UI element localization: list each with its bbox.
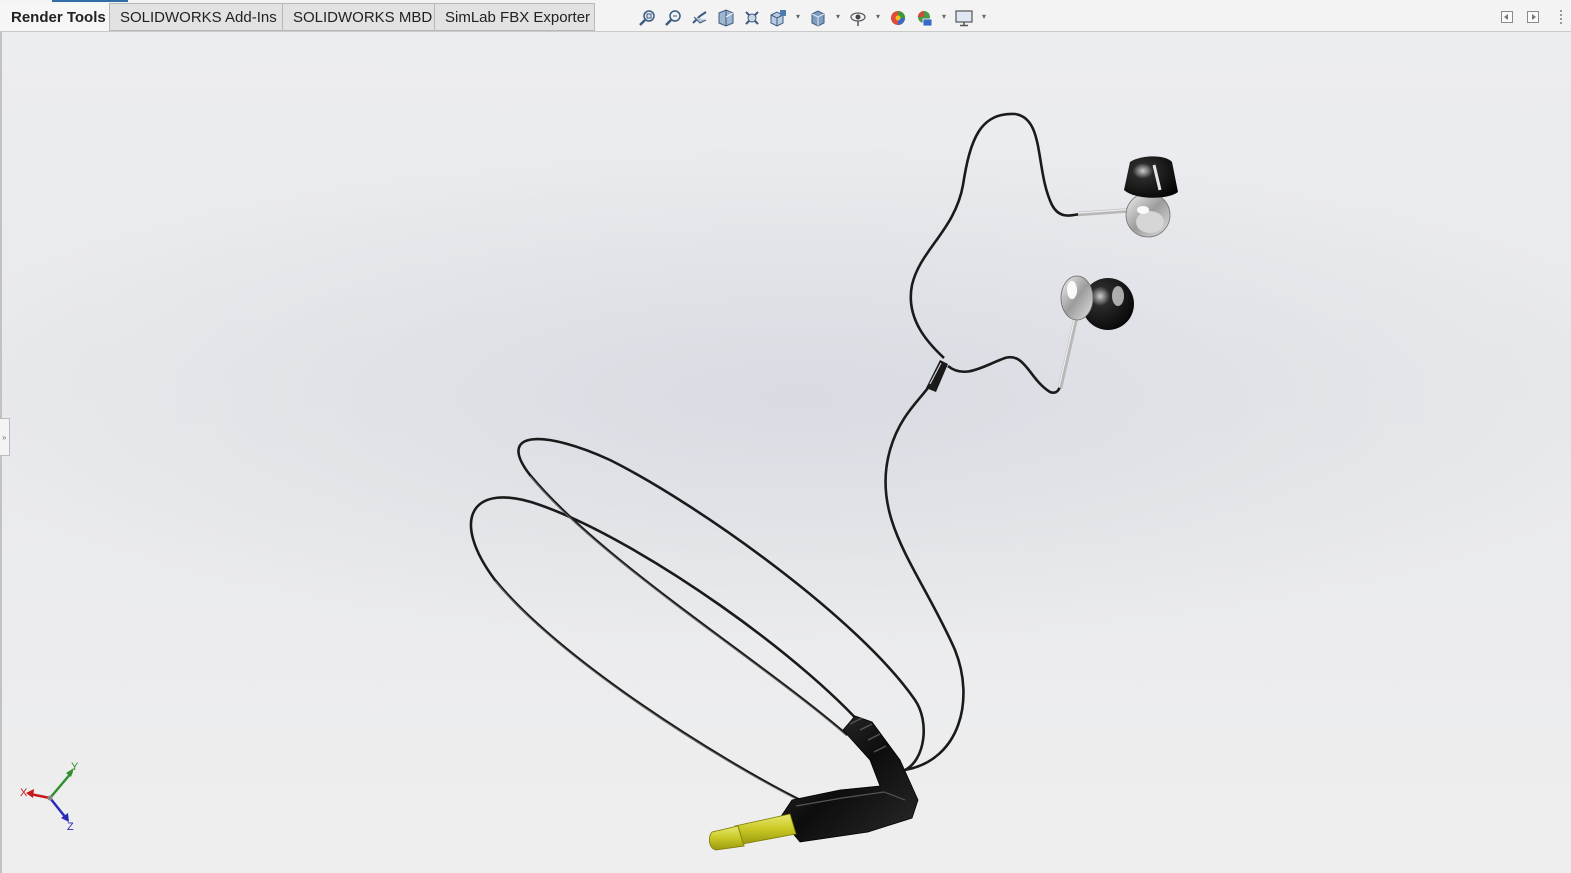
main-cable	[884, 384, 965, 772]
collapse-right-panel-icon[interactable]	[1527, 11, 1539, 23]
tab-solidworks-add-ins[interactable]: SOLIDWORKS Add-Ins	[109, 3, 283, 31]
view-orientation-dropdown-icon[interactable]: ▾	[794, 12, 802, 22]
triad-x-label: X	[20, 787, 28, 799]
earbud-upper	[1077, 156, 1178, 238]
apply-scene-icon[interactable]	[914, 8, 934, 28]
cable-branch-lower	[947, 355, 1064, 394]
cable-splitter	[926, 360, 948, 392]
toolbar-grip[interactable]	[1560, 10, 1562, 26]
view-settings-dropdown-icon[interactable]: ▾	[980, 12, 988, 22]
tab-render-tools[interactable]: Render Tools	[0, 3, 109, 31]
view-orientation-icon[interactable]	[768, 8, 788, 28]
zoom-to-area-icon[interactable]	[664, 8, 684, 28]
hide-show-items-icon[interactable]	[848, 8, 868, 28]
section-view-icon[interactable]	[716, 8, 736, 28]
view-setting-icon[interactable]	[742, 8, 762, 28]
hide-show-dropdown-icon[interactable]: ▾	[874, 12, 882, 22]
triad-y-label: Y	[71, 761, 79, 773]
edit-appearance-icon[interactable]	[888, 8, 908, 28]
display-style-dropdown-icon[interactable]: ▾	[834, 12, 842, 22]
audio-jack-plug	[708, 715, 919, 851]
panel-flyout-handle[interactable]: »	[0, 418, 10, 456]
cable-loop-inner-highlight	[494, 475, 848, 802]
zoom-to-fit-icon[interactable]	[638, 8, 658, 28]
graphics-area[interactable]: Y X Z	[0, 32, 1571, 873]
view-settings-display-icon[interactable]	[954, 8, 974, 28]
collapse-left-panel-icon[interactable]	[1501, 11, 1513, 23]
cable-loop-outer	[469, 437, 926, 802]
tab-simlab-fbx-exporter[interactable]: SimLab FBX Exporter	[434, 3, 595, 31]
active-tab-accent	[52, 0, 128, 2]
earbud-lower	[1057, 275, 1134, 389]
flyout-arrow-icon: »	[2, 433, 7, 442]
apply-scene-dropdown-icon[interactable]: ▾	[940, 12, 948, 22]
tab-solidworks-mbd[interactable]: SOLIDWORKS MBD	[282, 3, 435, 31]
command-manager-tabbar: Render Tools SOLIDWORKS Add-Ins SOLIDWOR…	[0, 0, 1571, 32]
triad-z-label: Z	[67, 821, 74, 833]
previous-view-icon[interactable]	[690, 8, 710, 28]
cable-branch-upper	[909, 112, 1081, 359]
display-style-icon[interactable]	[808, 8, 828, 28]
earphones-model	[469, 112, 1178, 851]
